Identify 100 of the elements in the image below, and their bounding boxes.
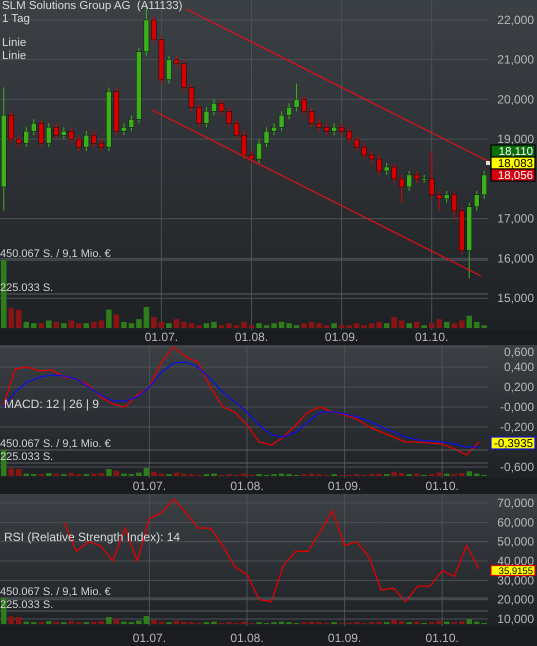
x-axis-label: 01.07. [144, 330, 178, 344]
volume-bar [271, 323, 277, 328]
candlestick [121, 122, 127, 136]
volume-bar [114, 314, 120, 328]
volume-bar [46, 621, 52, 624]
volume-bar [376, 474, 382, 476]
volume-bar [444, 474, 450, 476]
volume-bar [414, 322, 420, 328]
volume-bar [391, 317, 397, 328]
volume-bar [91, 474, 97, 476]
volume-bar [286, 323, 292, 328]
candlestick [428, 150, 434, 200]
x-axis-label: 01.10. [426, 631, 459, 645]
candlestick [354, 134, 360, 152]
volume-bar [114, 470, 120, 476]
volume-bar [308, 622, 314, 624]
interval-label: 1 Tag [2, 13, 31, 26]
volume-bar [398, 621, 404, 624]
volume-bar [121, 322, 127, 328]
y-axis-label: 0,200 [504, 380, 534, 394]
volume-label: 450.067 S. / 9,1 Mio. € [0, 438, 111, 450]
volume-label: 225.033 S. [0, 451, 54, 463]
volume-bar [54, 622, 60, 624]
volume-bar [76, 323, 82, 328]
volume-bar [106, 468, 112, 476]
volume-bar [106, 616, 112, 624]
volume-bar [474, 474, 480, 476]
x-axis-label: 01.09. [324, 330, 358, 344]
volume-bar [181, 322, 187, 328]
volume-bar [38, 323, 44, 328]
volume-bar [331, 323, 337, 328]
volume-label: 450.067 S. / 9,1 Mio. € [0, 248, 111, 260]
candlestick [316, 118, 322, 132]
volume-bar [136, 620, 142, 624]
x-axis-label: 01.07. [132, 479, 166, 493]
volume-bar [474, 622, 480, 624]
volume-bar [98, 473, 104, 476]
volume-bar [181, 474, 187, 476]
volume-bar [211, 322, 217, 328]
volume-bar [211, 622, 217, 624]
volume-bar [241, 474, 247, 476]
volume-bar [136, 472, 142, 476]
volume-bar [211, 474, 217, 476]
volume-bar [188, 323, 194, 328]
candlestick [24, 126, 29, 148]
volume-bar [391, 472, 397, 476]
volume-bar [278, 322, 284, 328]
y-axis-label: 22,000 [497, 12, 534, 27]
volume-bar [458, 473, 464, 476]
volume-bar [31, 323, 37, 328]
candlestick [384, 162, 390, 176]
volume-bar [391, 620, 397, 624]
volume-bar [436, 319, 442, 328]
volume-bar [421, 325, 427, 328]
volume-bar [361, 325, 367, 328]
volume-bar [414, 622, 420, 624]
candlestick [436, 190, 442, 212]
volume-bar [256, 323, 262, 328]
volume-bar [264, 325, 270, 328]
volume-bar [482, 325, 487, 328]
volume-bar [384, 323, 390, 328]
indicator-label: MACD: 12 | 26 | 9 [4, 396, 99, 413]
volume-bar [294, 325, 300, 328]
volume-bar [196, 325, 202, 328]
y-axis-label: 15,000 [497, 291, 534, 306]
volume-bar [16, 616, 22, 624]
volume-bar [136, 319, 142, 328]
candlestick [76, 134, 82, 152]
volume-bar [406, 323, 412, 328]
volume-bar [91, 322, 97, 328]
candlestick [346, 126, 352, 144]
y-axis-label: 20,000 [497, 92, 534, 106]
volume-bar [151, 317, 157, 328]
y-axis-label: 19,000 [497, 132, 534, 146]
volume-bar [144, 616, 150, 624]
candlestick [482, 170, 487, 200]
volume-bar [174, 319, 180, 328]
candlestick [151, 15, 157, 44]
volume-bar [278, 474, 284, 476]
volume-bar [248, 325, 254, 328]
volume-bar [144, 468, 150, 476]
value-badge: -0,3935 [490, 436, 536, 450]
volume-bar [181, 622, 187, 624]
volume-bar [121, 474, 127, 476]
candlestick [376, 154, 382, 176]
candlestick [398, 174, 404, 204]
volume-bar [218, 325, 224, 328]
volume-bar [324, 325, 330, 328]
volume-bar [466, 471, 472, 476]
volume-bar [158, 322, 164, 328]
volume-bar [46, 473, 52, 476]
volume-bar [436, 472, 442, 476]
volume-bar [8, 308, 14, 328]
volume-bar [436, 620, 442, 624]
volume-bar [444, 622, 450, 624]
candlestick [331, 122, 337, 136]
legend-label: Linie [2, 37, 28, 50]
volume-bar [166, 323, 172, 328]
volume-bar [68, 473, 74, 476]
volume-bar [398, 473, 404, 476]
